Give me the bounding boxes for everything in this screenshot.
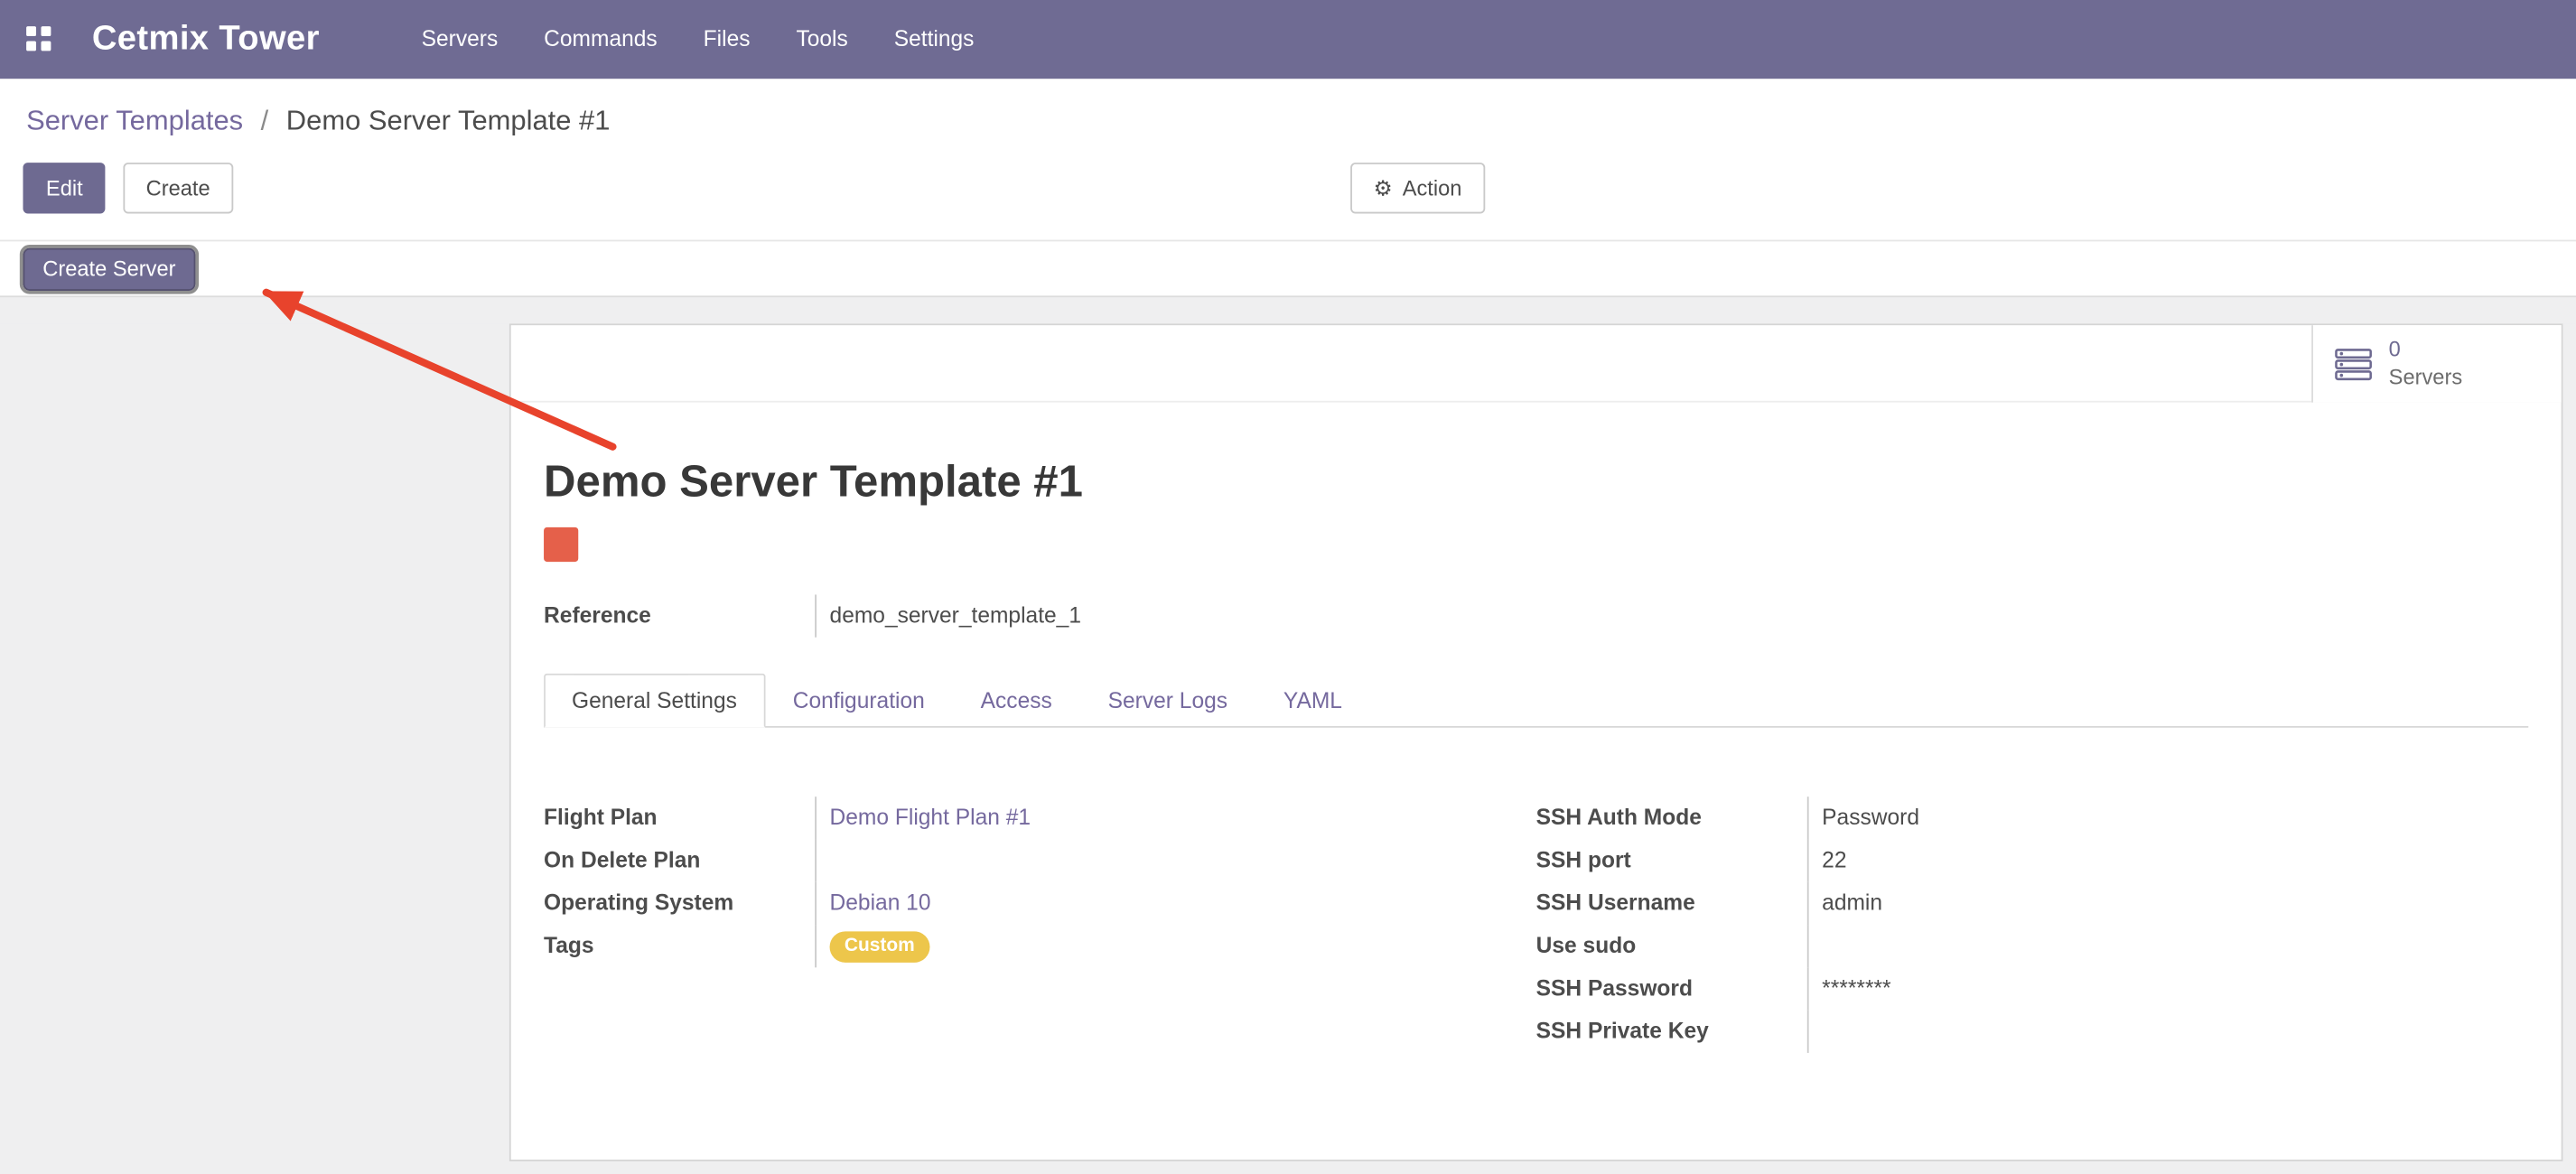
breadcrumb: Server Templates / Demo Server Template … xyxy=(26,105,2553,137)
action-button-label: Action xyxy=(1403,176,1462,200)
notebook-tabs: General Settings Configuration Access Se… xyxy=(544,674,2528,728)
use-sudo-label: Use sudo xyxy=(1536,925,1807,967)
ssh-port-label: SSH port xyxy=(1536,839,1807,881)
field-row-use-sudo: Use sudo xyxy=(1536,925,2529,967)
ssh-auth-mode-value: Password xyxy=(1807,797,2528,839)
on-delete-plan-value xyxy=(815,839,1535,881)
field-row-flight-plan: Flight Plan Demo Flight Plan #1 xyxy=(544,797,1536,839)
field-row-ssh-password: SSH Password ******** xyxy=(1536,967,2529,1010)
breadcrumb-separator: / xyxy=(261,105,269,136)
field-row-ssh-auth-mode: SSH Auth Mode Password xyxy=(1536,797,2529,839)
on-delete-plan-label: On Delete Plan xyxy=(544,839,815,881)
ssh-password-value: ******** xyxy=(1807,967,2528,1010)
apps-grid-dot xyxy=(26,26,36,36)
tags-label: Tags xyxy=(544,925,815,967)
field-groups: Flight Plan Demo Flight Plan #1 On Delet… xyxy=(544,797,2528,1053)
apps-grid-dot xyxy=(41,41,51,51)
top-navbar: Cetmix Tower Servers Commands Files Tool… xyxy=(0,0,2576,79)
tab-yaml[interactable]: YAML xyxy=(1255,674,1370,728)
apps-grid-dot xyxy=(41,26,51,36)
content-area: 0 Servers Demo Server Template #1 Refere… xyxy=(0,323,2576,1174)
field-row-ssh-port: SSH port 22 xyxy=(1536,839,2529,881)
field-row-on-delete-plan: On Delete Plan xyxy=(544,839,1536,881)
sheet-inner: Demo Server Template #1 Reference demo_s… xyxy=(511,457,2562,1053)
app-window: Cetmix Tower Servers Commands Files Tool… xyxy=(0,0,2576,1174)
create-server-button[interactable]: Create Server xyxy=(23,247,195,290)
main-menu: Servers Commands Files Tools Settings xyxy=(398,0,997,79)
field-row-ssh-private-key: SSH Private Key xyxy=(1536,1011,2529,1053)
control-panel: Server Templates / Demo Server Template … xyxy=(0,79,2576,239)
ssh-username-value: admin xyxy=(1807,882,2528,925)
reference-label: Reference xyxy=(544,594,815,637)
reference-field-row: Reference demo_server_template_1 xyxy=(544,594,2528,637)
tab-access[interactable]: Access xyxy=(953,674,1080,728)
servers-stat-text: 0 Servers xyxy=(2389,337,2462,390)
breadcrumb-parent-link[interactable]: Server Templates xyxy=(26,105,243,136)
servers-count: 0 xyxy=(2389,337,2462,364)
field-group-right: SSH Auth Mode Password SSH port 22 SSH U… xyxy=(1536,797,2529,1053)
field-row-operating-system: Operating System Debian 10 xyxy=(544,882,1536,925)
ssh-private-key-value xyxy=(1807,1011,2528,1053)
action-button[interactable]: ⚙ Action xyxy=(1350,163,1485,213)
record-title: Demo Server Template #1 xyxy=(544,457,2528,508)
operating-system-label: Operating System xyxy=(544,882,815,925)
button-box-row: 0 Servers xyxy=(511,325,2562,402)
tag-custom: Custom xyxy=(830,931,930,963)
create-button[interactable]: Create xyxy=(123,163,233,213)
control-panel-buttons: Edit Create ⚙ Action xyxy=(23,163,2553,213)
gear-icon: ⚙ xyxy=(1374,177,1393,199)
template-color-swatch xyxy=(544,527,578,562)
field-row-ssh-username: SSH Username admin xyxy=(1536,882,2529,925)
nav-item-settings[interactable]: Settings xyxy=(871,0,997,79)
ssh-port-value: 22 xyxy=(1807,839,2528,881)
flight-plan-link[interactable]: Demo Flight Plan #1 xyxy=(830,805,1031,829)
nav-item-commands[interactable]: Commands xyxy=(521,0,680,79)
form-statusbar: Create Server xyxy=(0,240,2576,298)
ssh-username-label: SSH Username xyxy=(1536,882,1807,925)
app-brand[interactable]: Cetmix Tower xyxy=(92,20,320,60)
flight-plan-label: Flight Plan xyxy=(544,797,815,839)
ssh-password-label: SSH Password xyxy=(1536,967,1807,1010)
edit-button[interactable]: Edit xyxy=(23,163,106,213)
nav-item-servers[interactable]: Servers xyxy=(398,0,521,79)
tab-configuration[interactable]: Configuration xyxy=(765,674,953,728)
apps-grid-dot xyxy=(26,41,36,51)
operating-system-link[interactable]: Debian 10 xyxy=(830,890,931,915)
servers-label: Servers xyxy=(2389,364,2462,391)
ssh-auth-mode-label: SSH Auth Mode xyxy=(1536,797,1807,839)
tab-server-logs[interactable]: Server Logs xyxy=(1080,674,1255,728)
form-sheet: 0 Servers Demo Server Template #1 Refere… xyxy=(509,323,2563,1161)
field-group-left: Flight Plan Demo Flight Plan #1 On Delet… xyxy=(544,797,1536,1053)
nav-item-tools[interactable]: Tools xyxy=(773,0,871,79)
reference-value: demo_server_template_1 xyxy=(815,594,2528,637)
server-stack-icon xyxy=(2335,348,2375,380)
nav-item-files[interactable]: Files xyxy=(680,0,773,79)
breadcrumb-current: Demo Server Template #1 xyxy=(286,105,611,136)
tab-general-settings[interactable]: General Settings xyxy=(544,674,765,728)
ssh-private-key-label: SSH Private Key xyxy=(1536,1011,1807,1053)
use-sudo-value xyxy=(1807,925,2528,967)
apps-grid-icon[interactable] xyxy=(26,26,52,52)
servers-stat-button[interactable]: 0 Servers xyxy=(2311,325,2561,402)
field-row-tags: Tags Custom xyxy=(544,925,1536,967)
